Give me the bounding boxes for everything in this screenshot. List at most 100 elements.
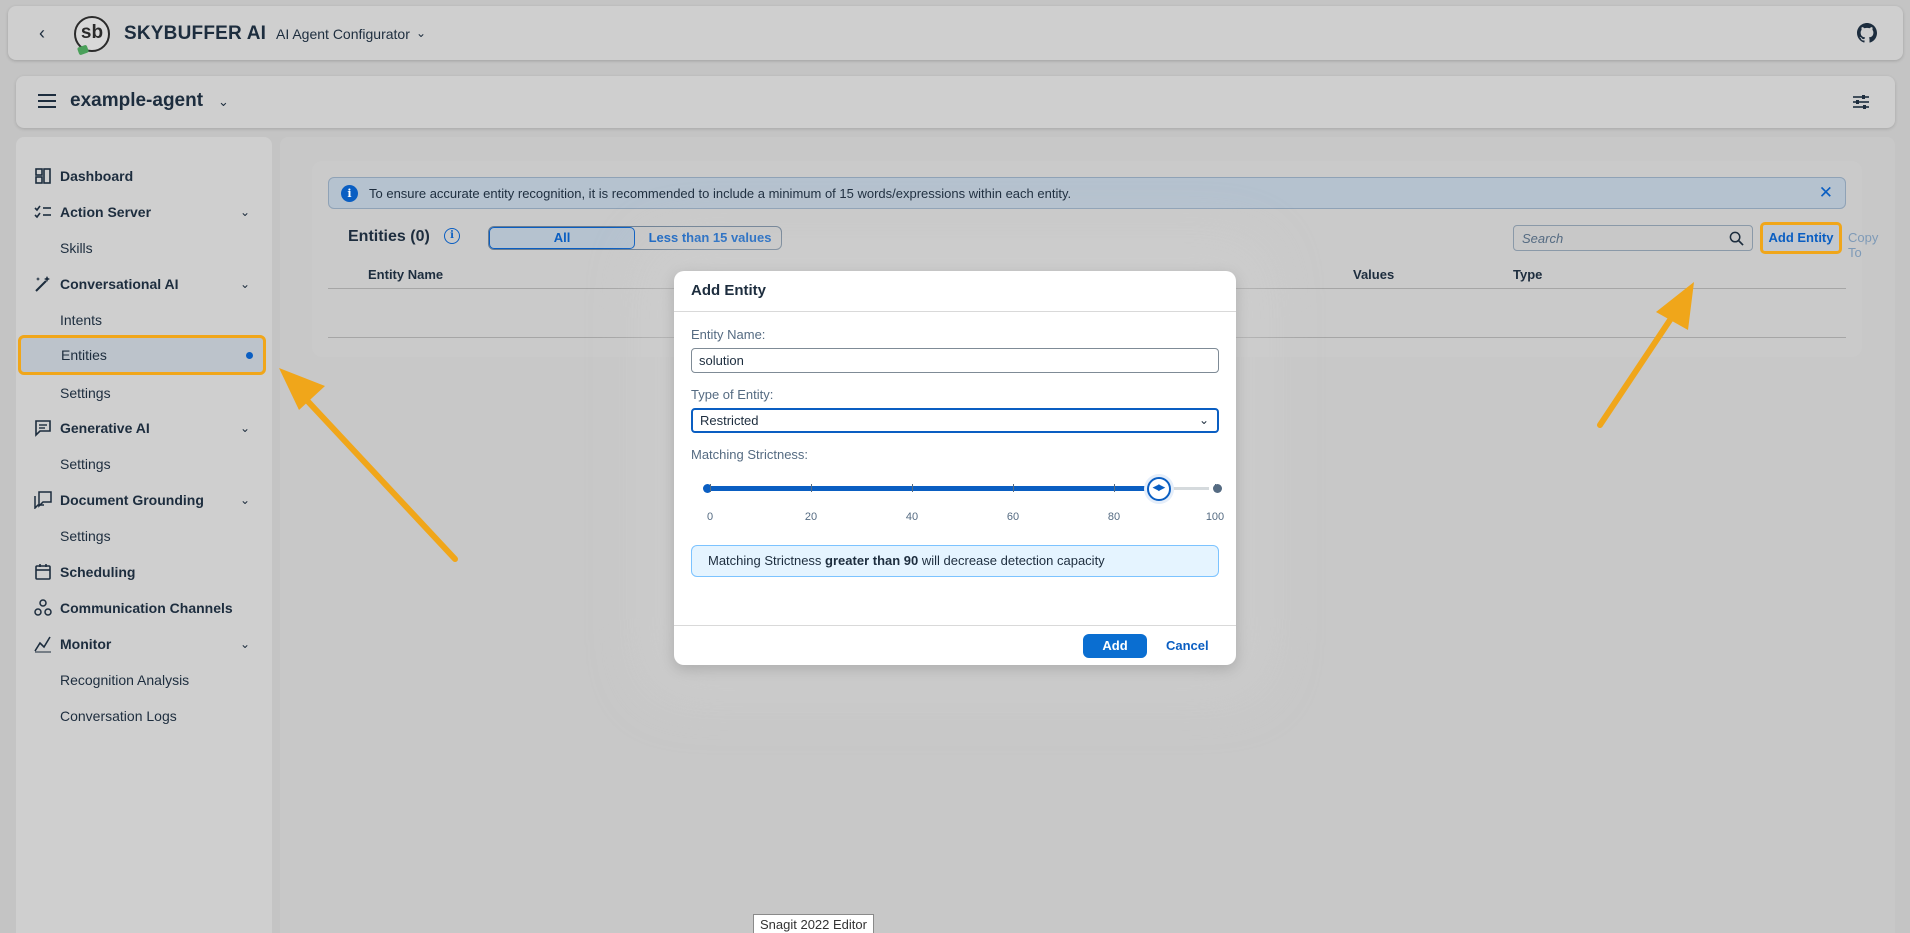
copy-to-button[interactable]: Copy To (1848, 230, 1878, 260)
slider-tick-label: 100 (1205, 511, 1225, 523)
sliders-icon[interactable] (1851, 92, 1871, 112)
sidebar-item-gen-settings[interactable]: Settings (16, 449, 272, 479)
info-message-strip: i To ensure accurate entity recognition,… (328, 177, 1846, 209)
sidebar-item-intents[interactable]: Intents (16, 305, 272, 335)
sidebar-item-label: Monitor (60, 636, 112, 652)
add-entity-button[interactable]: Add Entity (1760, 222, 1842, 254)
back-arrow-icon[interactable]: ‹ (32, 23, 52, 43)
slider-tick (1215, 484, 1216, 492)
sidebar-item-document-grounding[interactable]: Document Grounding ⌄ (16, 485, 272, 515)
sidebar-item-label: Intents (60, 312, 103, 328)
sidebar-item-label: Dashboard (60, 168, 134, 184)
logo-accent (76, 44, 90, 56)
sidebar-item-label: Scheduling (60, 564, 136, 580)
dialog-footer-divider (674, 625, 1236, 626)
annotation-arrow-right (1597, 282, 1694, 428)
slider-tick-label: 20 (804, 511, 818, 523)
column-header-type: Type (1513, 267, 1543, 282)
entity-name-label: Entity Name: (691, 327, 766, 342)
slider-tick-label: 80 (1107, 511, 1121, 523)
shell-bar: ‹ sb SKYBUFFER AI AI Agent Configurator … (8, 6, 1903, 60)
annotation-arrow-left (279, 368, 458, 562)
sidebar-item-communication-channels[interactable]: Communication Channels (16, 593, 272, 623)
matching-strictness-label: Matching Strictness: (691, 447, 809, 462)
sidebar-item-generative-ai[interactable]: Generative AI ⌄ (16, 413, 272, 443)
sidebar-item-label: Skills (60, 240, 93, 256)
slider-tick (811, 484, 812, 492)
info-message-text: To ensure accurate entity recognition, i… (369, 186, 1072, 201)
sidebar-item-label: Communication Channels (60, 600, 233, 616)
filter-less-than-15-button[interactable]: Less than 15 values (639, 227, 781, 249)
dialog-divider (674, 311, 1236, 312)
chevron-down-icon[interactable]: ⌄ (218, 94, 229, 110)
type-of-entity-select[interactable]: Restricted ⌄ (691, 408, 1219, 433)
sidebar-item-doc-settings[interactable]: Settings (16, 521, 272, 551)
chevron-down-icon[interactable]: ⌄ (240, 637, 250, 651)
sidebar-item-label: Action Server (60, 204, 152, 220)
search-input[interactable]: Search (1513, 225, 1753, 251)
sidebar-item-label: Settings (60, 456, 111, 472)
github-icon[interactable] (1857, 23, 1877, 43)
type-of-entity-value: Restricted (700, 413, 759, 428)
chevron-down-icon[interactable]: ⌄ (1199, 410, 1209, 431)
calendar-icon (35, 564, 51, 580)
slider-fill (707, 486, 1157, 491)
search-placeholder: Search (1522, 231, 1564, 246)
chevron-down-icon[interactable]: ⌄ (240, 493, 250, 507)
slider-tick-label: 0 (706, 511, 714, 523)
chart-line-icon (34, 636, 51, 653)
agent-name[interactable]: example-agent (70, 90, 203, 112)
brand-name: SKYBUFFER AI (124, 23, 267, 44)
chevron-down-icon[interactable]: ⌄ (240, 421, 250, 435)
sidebar-item-label: Conversational AI (60, 276, 179, 292)
sidebar-item-dashboard[interactable]: Dashboard (16, 161, 272, 191)
sidebar-item-recognition-analysis[interactable]: Recognition Analysis (16, 665, 272, 695)
table-toolbar: Entities (0) i All Less than 15 values S… (328, 217, 1878, 260)
slider-tick-label: 60 (1006, 511, 1020, 523)
search-icon[interactable] (1729, 231, 1744, 246)
filter-segmented-button: All Less than 15 values (488, 226, 782, 250)
menu-icon[interactable] (38, 94, 56, 110)
sidebar-item-label: Conversation Logs (60, 708, 177, 724)
document-chat-icon (34, 491, 52, 509)
dialog-title: Add Entity (691, 282, 766, 299)
product-switch[interactable]: AI Agent Configurator (276, 26, 410, 42)
entity-name-input[interactable]: solution (691, 348, 1219, 373)
slider-tick (912, 484, 913, 492)
sidebar-item-action-server[interactable]: Action Server ⌄ (16, 197, 272, 227)
channels-icon (34, 599, 52, 616)
column-header-entity-name: Entity Name (368, 267, 444, 282)
sidebar-item-conv-settings[interactable]: Settings (16, 378, 272, 408)
sidebar-item-conversational-ai[interactable]: Conversational AI ⌄ (16, 269, 272, 299)
filter-all-button[interactable]: All (489, 227, 635, 249)
sidebar-item-scheduling[interactable]: Scheduling (16, 557, 272, 587)
sidebar-item-conversation-logs[interactable]: Conversation Logs (16, 701, 272, 731)
sidebar-item-label: Settings (60, 385, 111, 401)
checklist-icon (34, 205, 51, 219)
dashboard-icon (35, 168, 51, 184)
info-icon[interactable]: i (444, 228, 460, 244)
sidebar-item-label: Settings (60, 528, 111, 544)
sidebar-item-entities[interactable]: Entities (18, 335, 266, 375)
sidebar-nav: Dashboard Action Server ⌄ Skills Convers… (16, 137, 272, 933)
tooltip: Snagit 2022 Editor (753, 914, 874, 933)
magic-wand-icon (35, 276, 50, 292)
slider-tick-label: 40 (905, 511, 919, 523)
chat-icon (35, 420, 51, 437)
chevron-down-icon[interactable]: ⌄ (240, 277, 250, 291)
info-icon: i (341, 185, 358, 202)
sidebar-item-monitor[interactable]: Monitor ⌄ (16, 629, 272, 659)
sidebar-item-skills[interactable]: Skills (16, 233, 272, 263)
entities-title: Entities (0) (348, 228, 430, 245)
sidebar-item-label: Entities (61, 347, 107, 363)
column-header-values: Values (1353, 267, 1395, 282)
type-of-entity-label: Type of Entity: (691, 387, 774, 402)
cancel-button[interactable]: Cancel (1166, 638, 1209, 653)
chevron-down-icon[interactable]: ⌄ (240, 205, 250, 219)
selected-indicator (246, 351, 253, 359)
slider-tick (1013, 484, 1014, 492)
slider-handle[interactable]: ◀▶ (1147, 477, 1172, 501)
chevron-down-icon[interactable]: ⌄ (416, 26, 426, 40)
close-icon[interactable]: ✕ (1819, 183, 1833, 203)
add-button[interactable]: Add (1083, 634, 1147, 658)
